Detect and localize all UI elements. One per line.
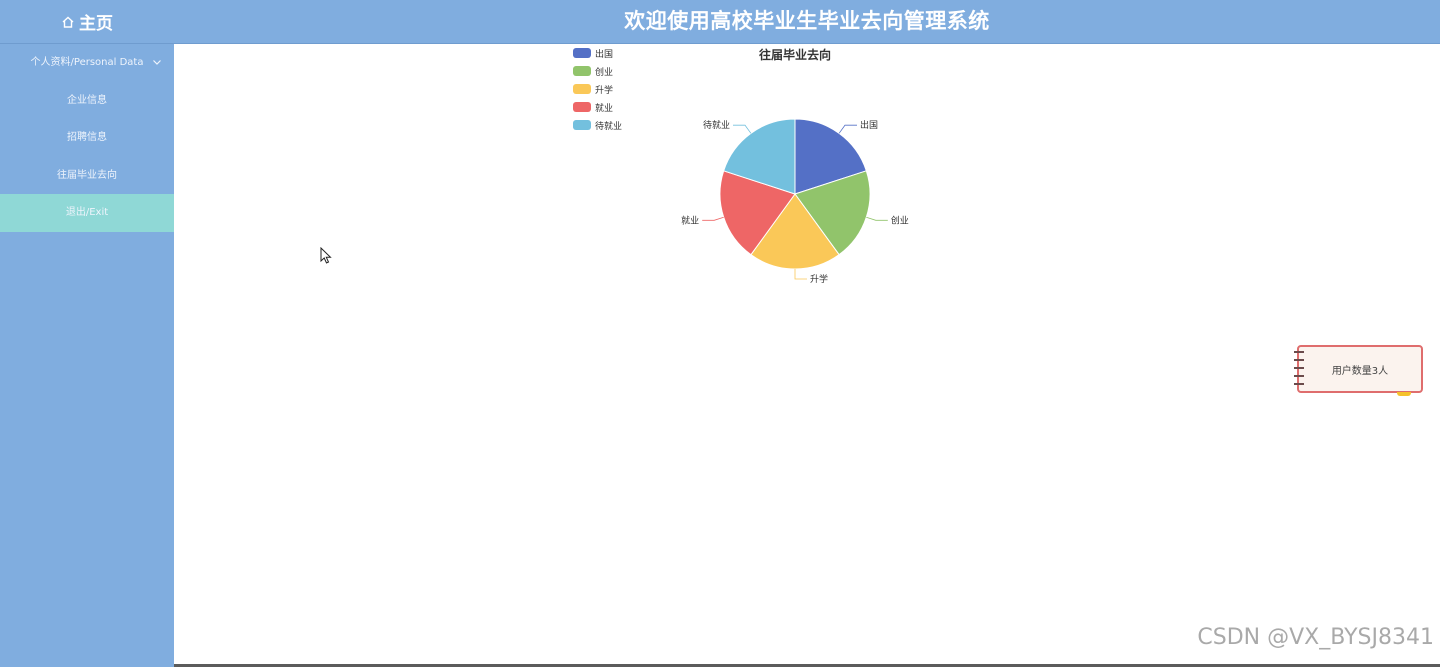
label-leader-line [794,269,807,280]
top-header: 主页 欢迎使用高校毕业生毕业去向管理系统 [0,0,1440,44]
notebook-rings-icon [1294,351,1304,391]
system-title: 欢迎使用高校毕业生毕业去向管理系统 [624,9,990,33]
pie-slice-label: 出国 [860,119,878,131]
sidebar-item-label: 企业信息 [67,94,107,106]
user-count-card: 用户数量3人 [1294,345,1423,396]
pie-slice-label: 待就业 [703,119,730,131]
main-content: 往届毕业去向 出国 创业 升学 就业 待就业 出国 创业 升学 就业 待就业 [174,44,1440,665]
sidebar-item-label: 退出/Exit [65,207,109,218]
chart-slices [719,118,871,270]
legend-swatch[interactable] [573,102,591,112]
pie-chart: 往届毕业去向 出国创业升学就业待就业 出国创业升学就业待就业 [573,47,909,285]
pie-slice-label: 就业 [681,214,699,226]
sidebar-item-graduate-destinations[interactable]: 往届毕业去向 [0,157,174,195]
legend-label[interactable]: 出国 [595,48,613,60]
sidebar-item-personal-data[interactable]: 个人资料/Personal Data [0,44,174,82]
sidebar-item-company-info[interactable]: 企业信息 [0,82,174,120]
sidebar: 个人资料/Personal Data 企业信息 招聘信息 往届毕业去向 退出/E… [0,44,174,667]
legend-label[interactable]: 待就业 [595,120,622,132]
mouse-cursor-icon [320,247,332,264]
sidebar-item-label: 个人资料/Personal Data [30,57,144,68]
pie-slice-label: 升学 [810,273,828,285]
legend-label[interactable]: 升学 [595,84,613,96]
label-leader-line [838,124,857,134]
sidebar-item-recruitment-info[interactable]: 招聘信息 [0,119,174,157]
home-icon [62,16,74,28]
sidebar-item-label: 往届毕业去向 [57,169,117,181]
legend-swatch[interactable] [573,48,591,58]
chevron-down-icon[interactable] [152,57,162,67]
sidebar-item-exit[interactable]: 退出/Exit [0,194,174,232]
sidebar-item-label: 招聘信息 [67,132,107,143]
label-leader-line [702,216,724,221]
legend-swatch[interactable] [573,66,591,76]
label-leader-line [733,124,752,134]
pie-slice-label: 创业 [891,214,909,226]
legend-label[interactable]: 就业 [595,102,613,114]
chart-title: 往届毕业去向 [759,47,831,62]
label-leader-line [866,216,888,221]
legend-swatch[interactable] [573,120,591,130]
home-label: 主页 [79,14,113,34]
legend-swatch[interactable] [573,84,591,94]
chart-legend: 出国创业升学就业待就业 [573,48,622,132]
user-count-text: 用户数量3人 [1331,365,1389,377]
watermark: CSDN @VX_BYSJ8341 [1197,625,1434,650]
legend-label[interactable]: 创业 [595,66,613,78]
app-window: 主页 欢迎使用高校毕业生毕业去向管理系统 个人资料/Personal Data … [0,0,1440,667]
bookmark-tab-icon [1397,392,1411,396]
home-link[interactable]: 主页 [0,0,174,43]
